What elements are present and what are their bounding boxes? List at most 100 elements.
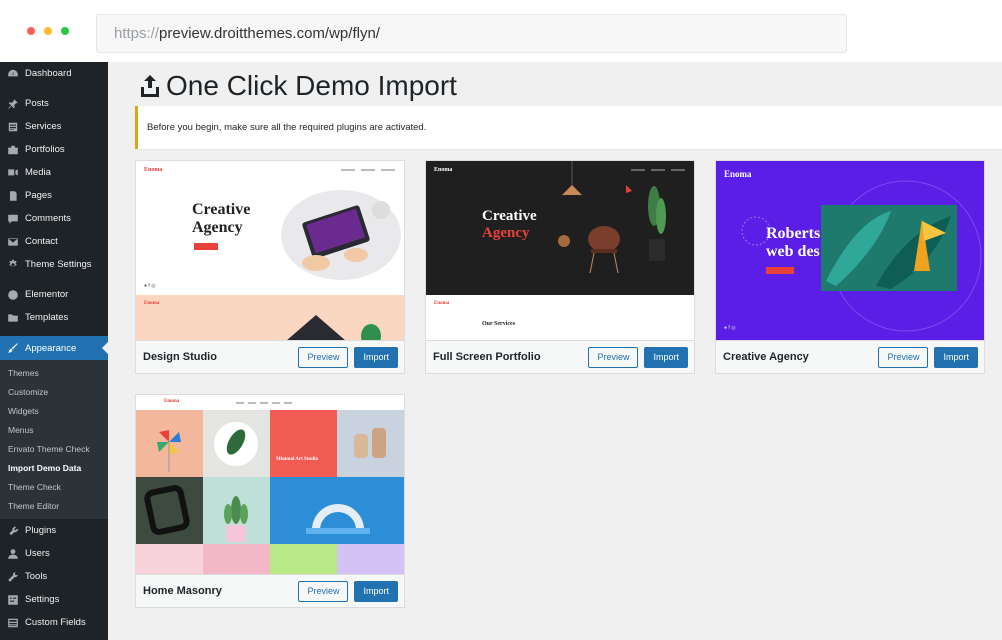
sidebar-item-label: Theme Settings	[25, 259, 92, 270]
submenu-item-theme-check[interactable]: Theme Check	[0, 477, 108, 496]
thumb-brand: Enoma	[164, 399, 180, 404]
thumb-nav	[236, 402, 292, 404]
page-title: One Click Demo Import	[140, 70, 457, 102]
sidebar-item-label: Plugins	[25, 525, 57, 536]
sidebar-item-plugins[interactable]: Plugins	[0, 519, 108, 542]
sidebar-item-tools[interactable]: Tools	[0, 565, 108, 588]
chair-illustration	[558, 161, 666, 274]
sidebar-item-label: Elementor	[25, 289, 69, 300]
wrench-icon	[6, 570, 19, 583]
page-title-text: One Click Demo Import	[166, 70, 457, 101]
submenu-item-themes[interactable]: Themes	[0, 363, 108, 382]
plugins-notice: Before you begin, make sure all the requ…	[135, 106, 1002, 149]
demo-name: Home Masonry	[143, 585, 222, 597]
demo-name: Full Screen Portfolio	[433, 351, 541, 363]
submenu-item-widgets[interactable]: Widgets	[0, 401, 108, 420]
submenu-item-theme-editor[interactable]: Theme Editor	[0, 496, 108, 515]
thumb-heading-1: Creative	[192, 201, 251, 218]
sidebar-item-label: Custom Fields	[25, 617, 86, 628]
demo-screenshot[interactable]: Enoma Roberts web des ● f ◎	[716, 161, 984, 340]
sidebar-item-label: Templates	[25, 312, 69, 323]
gear-icon	[6, 258, 19, 271]
submenu-item-envato-theme-check[interactable]: Envato Theme Check	[0, 439, 108, 458]
thumb-services: Our Services	[482, 321, 516, 327]
sidebar-item-label: Settings	[25, 594, 60, 605]
agency-background	[741, 180, 982, 332]
preview-button[interactable]: Preview	[588, 346, 639, 368]
sidebar-item-users[interactable]: Users	[0, 542, 108, 565]
demo-name: Creative Agency	[723, 351, 809, 363]
elementor-icon	[6, 288, 19, 301]
thumb-heading-1: Creative	[482, 208, 537, 224]
sidebar-item-pages[interactable]: Pages	[0, 184, 108, 207]
dashboard-icon	[6, 67, 19, 80]
comment-icon	[6, 212, 19, 225]
demo-card-full-screen-portfolio: Enoma Creative Agency Enoma Our Services	[425, 160, 695, 374]
preview-button[interactable]: Preview	[298, 346, 349, 368]
thumb-brand: Enoma	[434, 167, 453, 173]
submenu-item-customize[interactable]: Customize	[0, 382, 108, 401]
brush-icon	[6, 342, 19, 355]
thumb-brand: Enoma	[724, 169, 752, 179]
demo-screenshot[interactable]: Enoma Creative Agency ● f ◎ Enoma flyn	[136, 161, 404, 340]
sidebar-item-comments[interactable]: Comments	[0, 207, 108, 230]
demo-card-design-studio: Enoma Creative Agency ● f ◎ Enoma flyn	[135, 160, 405, 374]
sidebar-item-label: Services	[25, 121, 62, 132]
sidebar-item-elementor[interactable]: Elementor	[0, 283, 108, 306]
import-button[interactable]: Import	[354, 346, 398, 368]
sidebar-item-label: Tools	[25, 571, 48, 582]
sidebar-item-templates[interactable]: Templates	[0, 306, 108, 329]
sidebar-item-posts[interactable]: Posts	[0, 92, 108, 115]
sidebar-item-portfolios[interactable]: Portfolios	[0, 138, 108, 161]
plugin-icon	[6, 524, 19, 537]
appearance-submenu: Themes Customize Widgets Menus Envato Th…	[0, 360, 108, 519]
demo-card-footer: Creative Agency Preview Import	[716, 340, 984, 373]
sidebar-item-label: Portfolios	[25, 144, 65, 155]
shape-illustration	[287, 315, 381, 340]
main-content: One Click Demo Import Before you begin, …	[108, 62, 1002, 640]
sidebar-item-settings[interactable]: Settings	[0, 588, 108, 611]
demo-screenshot[interactable]: Enoma Creative Agency Enoma Our Services	[426, 161, 694, 340]
masonry-grid	[136, 410, 404, 574]
import-button[interactable]: Import	[354, 580, 398, 602]
thumb-heading-1: Roberts	[766, 225, 821, 242]
sidebar-item-theme-settings[interactable]: Theme Settings	[0, 253, 108, 276]
media-icon	[6, 166, 19, 179]
address-bar[interactable]: https:// preview.droitthemes.com/wp/flyn…	[96, 14, 847, 53]
maximize-window-dot[interactable]	[61, 27, 69, 35]
sidebar-item-label: Posts	[25, 98, 49, 109]
mail-icon	[6, 235, 19, 248]
preview-button[interactable]: Preview	[298, 580, 349, 602]
sidebar-item-label: Appearance	[25, 342, 77, 354]
thumb-brand-2: Enoma	[144, 301, 160, 306]
thumb-brand: Enoma	[144, 167, 163, 173]
minimize-window-dot[interactable]	[44, 27, 52, 35]
sidebar-item-media[interactable]: Media	[0, 161, 108, 184]
sidebar-item-appearance[interactable]: Appearance	[0, 336, 108, 360]
sidebar-item-label: Comments	[25, 213, 71, 224]
import-button[interactable]: Import	[934, 346, 978, 368]
demo-card-home-masonry: Enoma Minimal Art Studio Home Masonry Pr…	[135, 394, 405, 608]
sidebar-item-label: Media	[25, 167, 51, 178]
notice-text: Before you begin, make sure all the requ…	[147, 122, 427, 133]
close-window-dot[interactable]	[27, 27, 35, 35]
sidebar-item-label: Pages	[25, 190, 52, 201]
thumb-nav	[341, 169, 395, 171]
sidebar-item-custom-fields[interactable]: Custom Fields	[0, 611, 108, 634]
sidebar-item-contact[interactable]: Contact	[0, 230, 108, 253]
submenu-item-import-demo-data[interactable]: Import Demo Data	[0, 458, 108, 477]
thumb-heading-2: web des	[766, 243, 820, 260]
settings-icon	[6, 593, 19, 606]
submenu-item-menus[interactable]: Menus	[0, 420, 108, 439]
sidebar-item-dashboard[interactable]: Dashboard	[0, 62, 108, 85]
preview-button[interactable]: Preview	[878, 346, 929, 368]
demo-screenshot[interactable]: Enoma Minimal Art Studio	[136, 395, 404, 574]
laptop-illustration	[281, 190, 401, 280]
import-button[interactable]: Import	[644, 346, 688, 368]
pin-icon	[6, 97, 19, 110]
sidebar-item-services[interactable]: Services	[0, 115, 108, 138]
thumb-heading-2: Agency	[192, 219, 243, 236]
upload-icon	[141, 75, 159, 97]
services-icon	[6, 120, 19, 133]
demo-name: Design Studio	[143, 351, 217, 363]
